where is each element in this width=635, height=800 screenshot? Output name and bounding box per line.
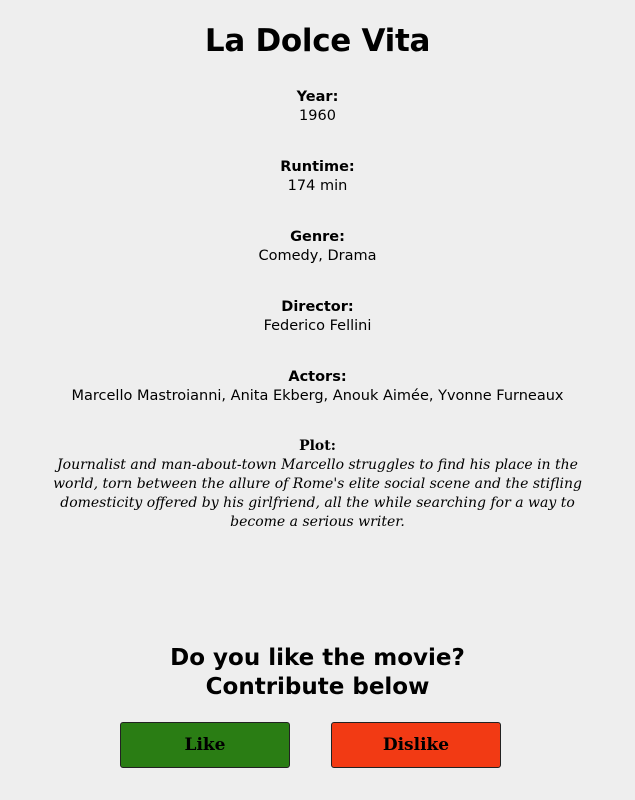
movie-title: La Dolce Vita	[204, 23, 431, 59]
plot-field: Plot: Journalist and man-about-town Marc…	[52, 437, 583, 532]
dislike-button[interactable]: Dislike	[331, 722, 501, 768]
actors-label: Actors:	[288, 369, 347, 385]
year-label: Year:	[296, 89, 339, 105]
runtime-label: Runtime:	[280, 159, 355, 175]
director-value: Federico Fellini	[263, 318, 372, 334]
contribute-heading: Do you like the movie? Contribute below	[0, 644, 635, 702]
contribute-prompt: Contribute below	[205, 674, 430, 700]
year-value: 1960	[299, 108, 336, 124]
runtime-field: Runtime: 174 min	[0, 158, 635, 196]
like-button[interactable]: Like	[120, 722, 290, 768]
genre-value: Comedy, Drama	[258, 248, 377, 264]
actors-value: Marcello Mastroianni, Anita Ekberg, Anou…	[71, 388, 564, 404]
year-field: Year: 1960	[0, 88, 635, 126]
runtime-value: 174 min	[287, 178, 348, 194]
contribute-question: Do you like the movie?	[170, 645, 465, 671]
genre-label: Genre:	[290, 229, 345, 245]
plot-label: Plot:	[299, 438, 336, 454]
plot-value: Journalist and man-about-town Marcello s…	[53, 457, 582, 530]
movie-page: La Dolce Vita Year: 1960 Runtime: 174 mi…	[0, 0, 635, 800]
actors-field: Actors: Marcello Mastroianni, Anita Ekbe…	[0, 368, 635, 406]
director-label: Director:	[281, 299, 354, 315]
genre-field: Genre: Comedy, Drama	[0, 228, 635, 266]
director-field: Director: Federico Fellini	[0, 298, 635, 336]
